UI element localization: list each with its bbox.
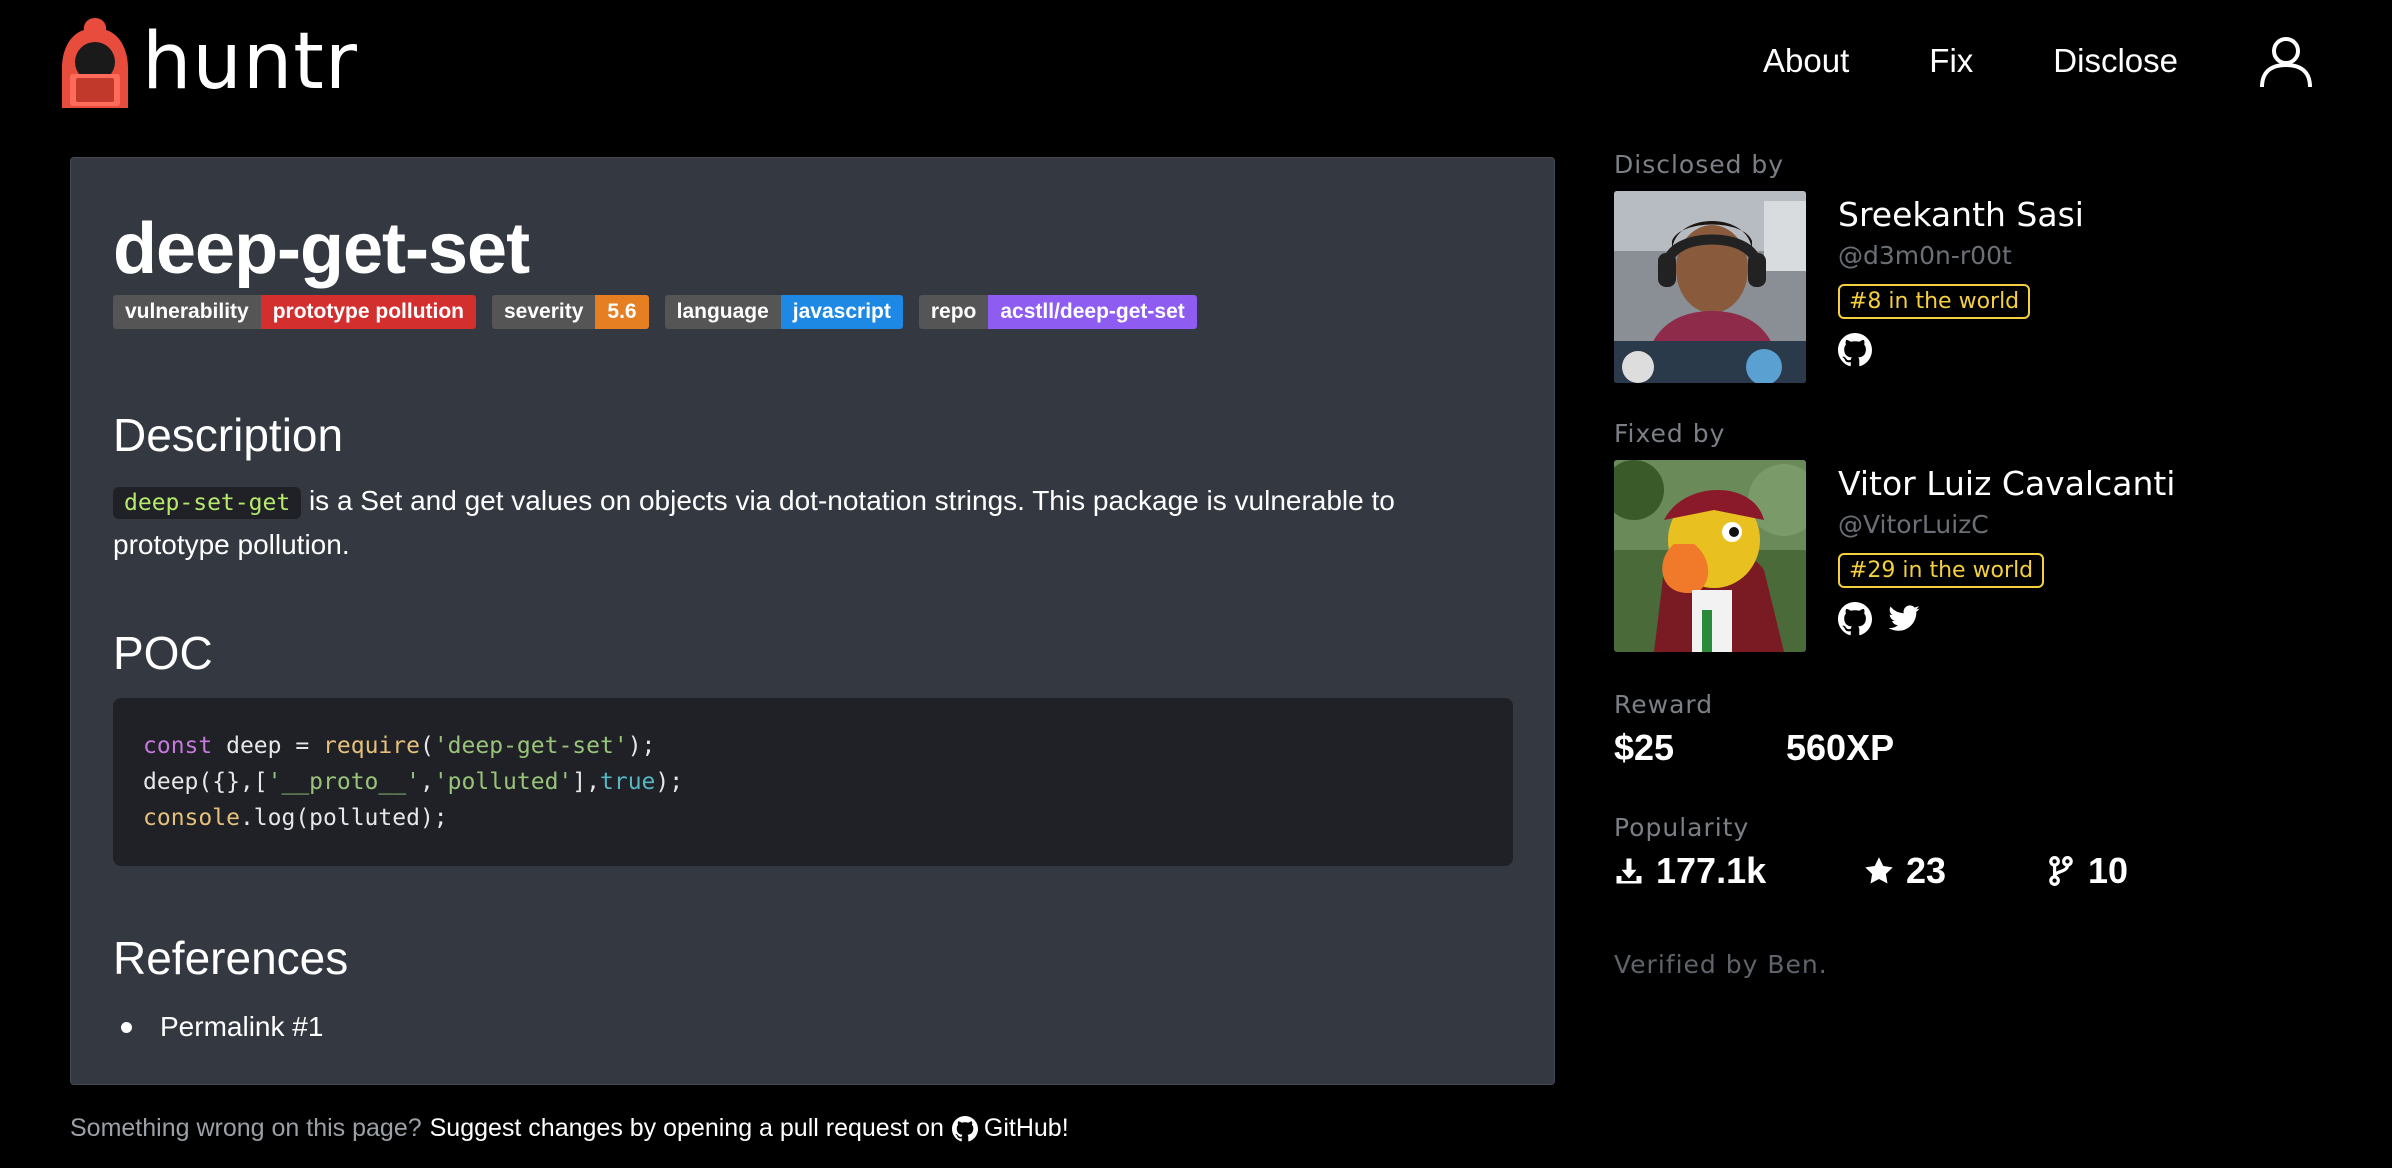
discloser-card: Sreekanth Sasi @d3m0n-r00t #8 in the wor… — [1614, 191, 2354, 385]
fixer-info: Vitor Luiz Cavalcanti @VitorLuizC #29 in… — [1838, 460, 2175, 636]
twitter-icon[interactable] — [1886, 602, 1922, 636]
reward-xp: 560XP — [1786, 727, 1895, 768]
user-icon[interactable] — [2258, 33, 2314, 89]
reward-money: $25 — [1614, 727, 1675, 768]
discloser-info: Sreekanth Sasi @d3m0n-r00t #8 in the wor… — [1838, 191, 2084, 367]
discloser-rank-badge[interactable]: #8 in the world — [1838, 284, 2031, 319]
badge-key: vulnerability — [113, 295, 261, 329]
footer-github-text: GitHub! — [983, 1114, 1069, 1142]
hacker-hood-icon — [62, 18, 128, 108]
references-heading: References — [113, 932, 349, 984]
badge-language[interactable]: language javascript — [664, 295, 903, 329]
discloser-avatar-image — [1614, 191, 1806, 383]
footer-link-text: Suggest changes by opening a pull reques… — [429, 1114, 944, 1142]
logo-text: huntr — [142, 17, 358, 107]
stars-stat: 23 — [1864, 850, 2048, 892]
poc-heading: POC — [113, 627, 213, 679]
badge-repo[interactable]: repo acstll/deep-get-set — [918, 295, 1197, 329]
nav-disclose[interactable]: Disclose — [2053, 30, 2178, 92]
description-heading: Description — [113, 409, 344, 461]
main-nav: About Fix Disclose — [1763, 30, 2392, 92]
badge-key: language — [664, 295, 781, 329]
disclosed-label: Disclosed by — [1614, 150, 1785, 179]
fixer-rank-badge[interactable]: #29 in the world — [1838, 553, 2045, 588]
downloads-stat: 177.1k — [1614, 850, 1864, 892]
star-icon — [1865, 857, 1893, 884]
nav-about[interactable]: About — [1763, 30, 1849, 92]
forks-count: 10 — [2088, 850, 2129, 891]
forks-stat: 10 — [2048, 850, 2128, 892]
fixer-card: Vitor Luiz Cavalcanti @VitorLuizC #29 in… — [1614, 460, 2354, 654]
description-text: deep-set-get is a Set and get values on … — [113, 480, 1513, 566]
inline-code: deep-set-get — [113, 487, 302, 519]
fork-icon — [2049, 856, 2073, 886]
report-card: deep-get-set vulnerability prototype pol… — [70, 157, 1555, 1085]
popularity-stats: 177.1k 23 10 — [1614, 850, 2354, 892]
sidebar: Disclosed by Sreekanth Sasi @d3m0n-r00t … — [1614, 150, 2354, 979]
reward-label: Reward — [1614, 690, 1714, 719]
footer-link[interactable]: Suggest changes by opening a pull reques… — [430, 1114, 1069, 1143]
fixer-avatar-image — [1614, 460, 1806, 652]
header: huntr About Fix Disclose — [0, 0, 2392, 130]
discloser-social — [1838, 333, 2084, 367]
footer-prefix: Something wrong on this page? — [70, 1114, 422, 1142]
github-icon — [951, 1115, 978, 1141]
badge-severity[interactable]: severity 5.6 — [492, 295, 649, 329]
code-block[interactable]: const deep = require('deep-get-set'); de… — [113, 698, 1513, 866]
description-body: is a Set and get values on objects via d… — [113, 485, 1395, 560]
github-icon[interactable] — [1838, 333, 1872, 367]
fixed-label: Fixed by — [1614, 419, 1726, 448]
badge-value: prototype pollution — [260, 295, 476, 329]
logo[interactable]: huntr — [56, 14, 358, 110]
badge-value: acstll/deep-get-set — [988, 295, 1197, 329]
github-icon[interactable] — [1838, 602, 1872, 636]
nav-fix[interactable]: Fix — [1929, 30, 1973, 92]
verified-by: Verified by Ben. — [1614, 950, 1828, 979]
list-item: Permalink #1 — [113, 1011, 323, 1043]
reference-link[interactable]: Permalink #1 — [160, 1011, 323, 1043]
badge-key: severity — [492, 295, 596, 329]
page-title: deep-get-set — [113, 209, 530, 289]
popularity-label: Popularity — [1614, 813, 1750, 842]
reward-values: $25 560XP — [1614, 727, 2354, 769]
fixer-name[interactable]: Vitor Luiz Cavalcanti — [1838, 464, 2175, 504]
stars-count: 23 — [1906, 850, 1947, 891]
badge-list: vulnerability prototype pollution severi… — [113, 295, 1213, 329]
avatar[interactable] — [1614, 460, 1806, 652]
reference-list: Permalink #1 — [113, 1011, 323, 1043]
discloser-name[interactable]: Sreekanth Sasi — [1838, 195, 2084, 235]
discloser-handle[interactable]: @d3m0n-r00t — [1838, 241, 2084, 270]
fixer-handle[interactable]: @VitorLuizC — [1838, 510, 2175, 539]
badge-value: javascript — [780, 295, 903, 329]
downloads-count: 177.1k — [1656, 850, 1767, 891]
fixer-social — [1838, 602, 2175, 636]
badge-vulnerability[interactable]: vulnerability prototype pollution — [113, 295, 476, 329]
badge-value: 5.6 — [595, 295, 649, 329]
footer: Something wrong on this page? Suggest ch… — [70, 1114, 1069, 1143]
badge-key: repo — [918, 295, 989, 329]
avatar[interactable] — [1614, 191, 1806, 383]
download-icon — [1616, 858, 1642, 884]
